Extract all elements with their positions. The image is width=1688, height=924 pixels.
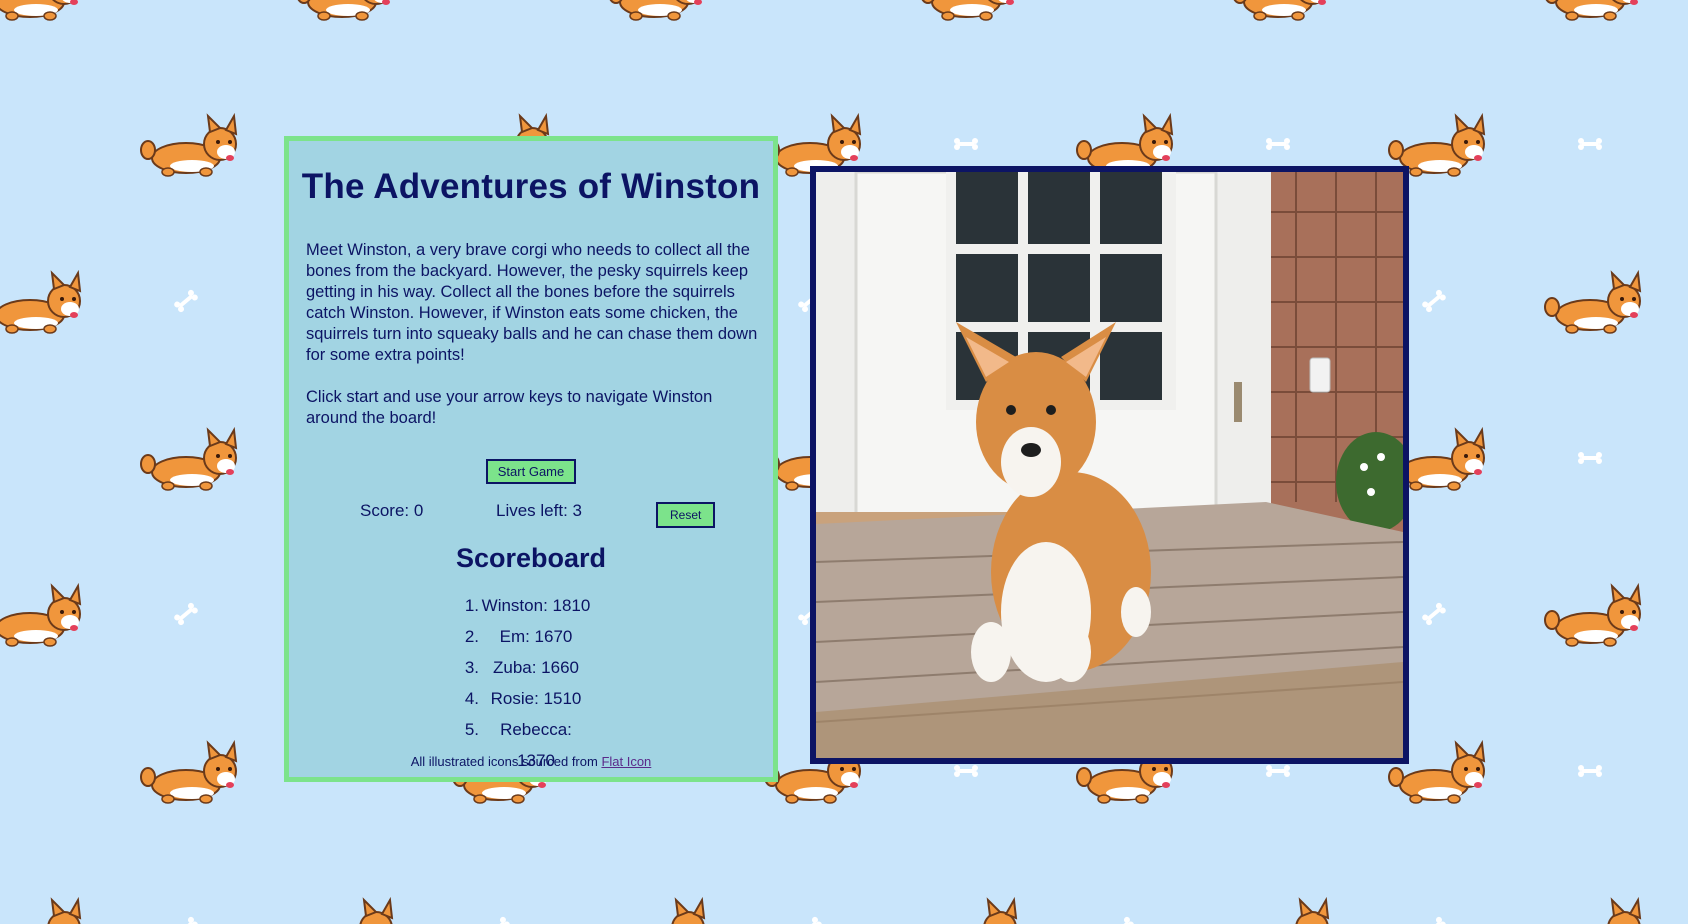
corgi-icon <box>140 429 237 491</box>
bone-icon <box>1578 138 1602 150</box>
page-title: The Adventures of Winston <box>301 167 761 206</box>
scoreboard-entry: 1. Winston: 1810 <box>289 590 773 621</box>
scoreboard-entry-text: Em: 1670 <box>499 627 573 646</box>
corgi-icon <box>1544 272 1641 334</box>
corgi-icon <box>0 272 81 334</box>
bone-icon <box>1266 765 1290 777</box>
bone-icon <box>1420 915 1448 924</box>
bone-icon <box>1578 765 1602 777</box>
bone-icon <box>954 765 978 777</box>
instructions-paragraph: Click start and use your arrow keys to n… <box>306 388 713 427</box>
bone-icon <box>1578 452 1602 464</box>
corgi-icon <box>1544 899 1641 924</box>
bone-icon <box>1266 138 1290 150</box>
corgi-icon <box>608 0 705 21</box>
corgi-icon <box>1544 585 1641 647</box>
bone-icon <box>1420 601 1448 627</box>
start-game-button[interactable]: Start Game <box>485 459 577 484</box>
scoreboard-rank: 2. <box>464 627 479 646</box>
bone-icon <box>172 288 200 314</box>
bone-icon <box>172 601 200 627</box>
corgi-icon <box>140 742 237 804</box>
bone-icon <box>172 915 200 924</box>
game-info-panel: The Adventures of Winston Meet Winston, … <box>284 136 778 782</box>
score-display: Score: 0 <box>360 501 424 520</box>
corgi-icon <box>920 0 1017 21</box>
scoreboard-entry: 2. Em: 1670 <box>289 621 773 652</box>
corgi-icon <box>1232 899 1329 924</box>
corgi-icon <box>296 0 393 21</box>
corgi-icon <box>1544 0 1641 21</box>
bone-icon <box>954 138 978 150</box>
scoreboard-rank: 4. <box>464 689 479 708</box>
corgi-icon <box>0 585 81 647</box>
corgi-icon <box>296 899 393 924</box>
corgi-icon <box>0 0 81 21</box>
bone-icon <box>1108 915 1136 924</box>
corgi-icon <box>608 899 705 924</box>
bone-icon <box>484 915 512 924</box>
game-status-row: Score: 0 Lives left: 3 Reset <box>289 493 773 533</box>
scoreboard-entry-text: Rosie: 1510 <box>490 689 582 708</box>
scoreboard-entry-text: Zuba: 1660 <box>492 658 579 677</box>
scoreboard-rank: 1. <box>464 596 479 615</box>
corgi-icon <box>920 899 1017 924</box>
flat-icon-link[interactable]: Flat Icon <box>601 754 651 769</box>
credits-text: All illustrated icons sourced from <box>410 754 602 769</box>
scoreboard-entry: 5. Rebecca: 1370 <box>289 714 773 770</box>
scoreboard-title: Scoreboard <box>455 543 607 573</box>
corgi-icon <box>1232 0 1329 21</box>
scoreboard-entry: 4. Rosie: 1510 <box>289 683 773 714</box>
bone-icon <box>796 915 824 924</box>
corgi-icon <box>0 899 81 924</box>
bone-icon <box>1420 288 1448 314</box>
credits-footer: All illustrated icons sourced from Flat … <box>289 754 773 769</box>
lives-display: Lives left: 3 <box>496 501 582 520</box>
reset-button[interactable]: Reset <box>656 502 716 528</box>
scoreboard-rank: 5. <box>464 720 479 739</box>
scoreboard-entry-text: Winston: 1810 <box>481 596 591 615</box>
scoreboard-list: 1. Winston: 1810 2. Em: 1670 3. Zuba: 16… <box>289 590 773 770</box>
intro-paragraph: Meet Winston, a very brave corgi who nee… <box>306 241 758 364</box>
game-instructions: Meet Winston, a very brave corgi who nee… <box>306 240 766 429</box>
scoreboard-entry: 3. Zuba: 1660 <box>289 652 773 683</box>
scoreboard-rank: 3. <box>464 658 479 677</box>
corgi-photo <box>810 166 1409 764</box>
corgi-icon <box>140 115 237 177</box>
